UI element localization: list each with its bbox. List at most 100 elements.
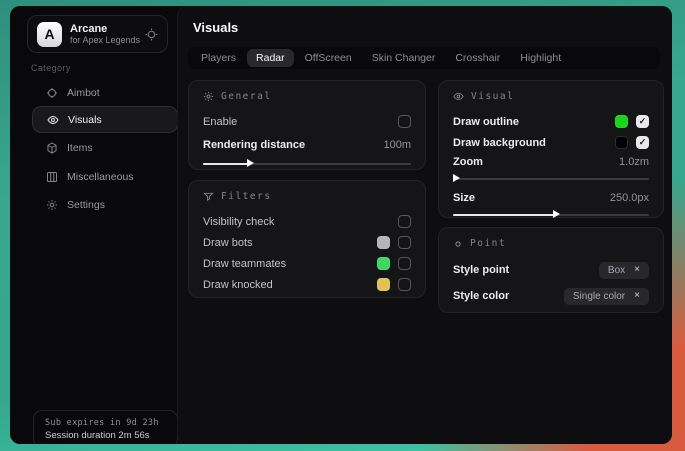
zoom-label: Zoom [453, 156, 483, 168]
sun-icon [203, 91, 214, 102]
app-header-card: A Arcane for Apex Legends [27, 15, 168, 53]
slider-thumb[interactable] [553, 210, 560, 218]
zoom-slider[interactable] [453, 174, 649, 183]
sidebar-item-settings[interactable]: Settings [32, 191, 178, 218]
draw-teammates-checkbox[interactable] [398, 257, 411, 270]
style-color-row: Style color Single color × [453, 284, 649, 308]
visibility-check-label: Visibility check [203, 216, 274, 228]
sidebar: A Arcane for Apex Legends Category [10, 6, 177, 444]
draw-knocked-checkbox[interactable] [398, 278, 411, 291]
zoom-value: 1.0zm [619, 156, 649, 168]
draw-bots-row: Draw bots [203, 232, 411, 253]
main-panel: Visuals Players Radar OffScreen Skin Cha… [177, 6, 672, 444]
sidebar-item-miscellaneous[interactable]: Miscellaneous [32, 163, 178, 190]
sidebar-item-label: Items [67, 142, 93, 154]
sidebar-item-label: Settings [67, 199, 105, 211]
app-window: A Arcane for Apex Legends Category [10, 6, 672, 444]
draw-bots-checkbox[interactable] [398, 236, 411, 249]
sidebar-item-items[interactable]: Items [32, 134, 178, 161]
funnel-icon [203, 191, 214, 202]
zoom-row: Zoom 1.0zm [453, 153, 649, 170]
draw-outline-checkbox[interactable]: ✓ [636, 115, 649, 128]
size-row: Size 250.0px [453, 189, 649, 206]
gear-icon [46, 199, 58, 211]
slider-thumb[interactable] [453, 174, 460, 182]
size-slider[interactable] [453, 210, 649, 219]
session-duration-text: Session duration 2m 56s [45, 430, 166, 441]
style-point-select[interactable]: Box × [599, 262, 649, 279]
slider-fill [203, 163, 249, 165]
app-subtitle: for Apex Legends [70, 35, 137, 45]
enable-row: Enable [203, 111, 411, 132]
slider-thumb[interactable] [247, 159, 254, 167]
draw-background-checkbox[interactable]: ✓ [636, 136, 649, 149]
sidebar-item-label: Miscellaneous [67, 171, 134, 183]
focus-target-icon[interactable] [145, 28, 158, 41]
draw-outline-label: Draw outline [453, 116, 519, 128]
tab-players[interactable]: Players [192, 49, 245, 67]
draw-outline-color-swatch[interactable] [615, 115, 628, 128]
grid-icon [46, 171, 58, 183]
point-icon [453, 239, 463, 249]
filters-card-header: Filters [203, 191, 411, 202]
rendering-distance-value: 100m [383, 139, 411, 151]
draw-knocked-row: Draw knocked [203, 274, 411, 295]
app-names: Arcane for Apex Legends [70, 23, 137, 46]
session-info-card: Sub expires in 9d 23h Session duration 2… [33, 410, 178, 444]
draw-teammates-label: Draw teammates [203, 258, 286, 270]
crosshair-icon [46, 87, 58, 99]
rendering-distance-slider[interactable] [203, 159, 411, 168]
draw-background-color-swatch[interactable] [615, 136, 628, 149]
tab-highlight[interactable]: Highlight [511, 49, 570, 67]
draw-bots-color-swatch[interactable] [377, 236, 390, 249]
eye-icon [47, 114, 59, 126]
sidebar-item-label: Aimbot [67, 87, 100, 99]
slider-fill [453, 214, 555, 216]
sidebar-item-visuals[interactable]: Visuals [32, 106, 178, 133]
visibility-check-row: Visibility check [203, 211, 411, 232]
draw-knocked-label: Draw knocked [203, 279, 273, 291]
style-color-value: Single color [573, 291, 625, 302]
tab-radar[interactable]: Radar [247, 49, 294, 67]
style-point-value: Box [608, 265, 625, 276]
visual-card-header: Visual [453, 91, 649, 102]
style-point-row: Style point Box × [453, 258, 649, 282]
close-icon[interactable]: × [634, 291, 640, 301]
size-label: Size [453, 192, 475, 204]
point-card: Point Style point Box × Style color Sing… [438, 227, 664, 313]
draw-outline-row: Draw outline ✓ [453, 111, 649, 132]
draw-knocked-color-swatch[interactable] [377, 278, 390, 291]
visibility-check-checkbox[interactable] [398, 215, 411, 228]
point-card-title: Point [470, 238, 506, 249]
visual-card-title: Visual [471, 91, 514, 102]
sub-expires-text: Sub expires in 9d 23h [45, 418, 166, 428]
page-title: Visuals [193, 20, 238, 35]
draw-teammates-color-swatch[interactable] [377, 257, 390, 270]
slider-track [453, 178, 649, 180]
tab-strip: Players Radar OffScreen Skin Changer Cro… [188, 47, 660, 69]
box-icon [46, 142, 58, 154]
draw-background-label: Draw background [453, 137, 546, 149]
eye-icon [453, 91, 464, 102]
filters-card-title: Filters [221, 191, 272, 202]
tab-offscreen[interactable]: OffScreen [296, 49, 361, 67]
check-icon: ✓ [639, 117, 647, 126]
style-color-select[interactable]: Single color × [564, 288, 649, 305]
general-card: General Enable Rendering distance 100m [188, 80, 426, 170]
draw-teammates-row: Draw teammates [203, 253, 411, 274]
draw-background-row: Draw background ✓ [453, 132, 649, 153]
style-point-label: Style point [453, 264, 509, 276]
tab-skin-changer[interactable]: Skin Changer [363, 49, 445, 67]
close-icon[interactable]: × [634, 265, 640, 275]
size-value: 250.0px [610, 192, 649, 204]
check-icon: ✓ [639, 138, 647, 147]
tab-crosshair[interactable]: Crosshair [446, 49, 509, 67]
app-logo: A [37, 22, 62, 47]
sidebar-item-aimbot[interactable]: Aimbot [32, 79, 178, 106]
draw-bots-label: Draw bots [203, 237, 253, 249]
rendering-distance-label: Rendering distance [203, 139, 305, 151]
rendering-distance-row: Rendering distance 100m [203, 134, 411, 155]
filters-card: Filters Visibility check Draw bots Draw … [188, 180, 426, 298]
enable-checkbox[interactable] [398, 115, 411, 128]
general-card-title: General [221, 91, 272, 102]
